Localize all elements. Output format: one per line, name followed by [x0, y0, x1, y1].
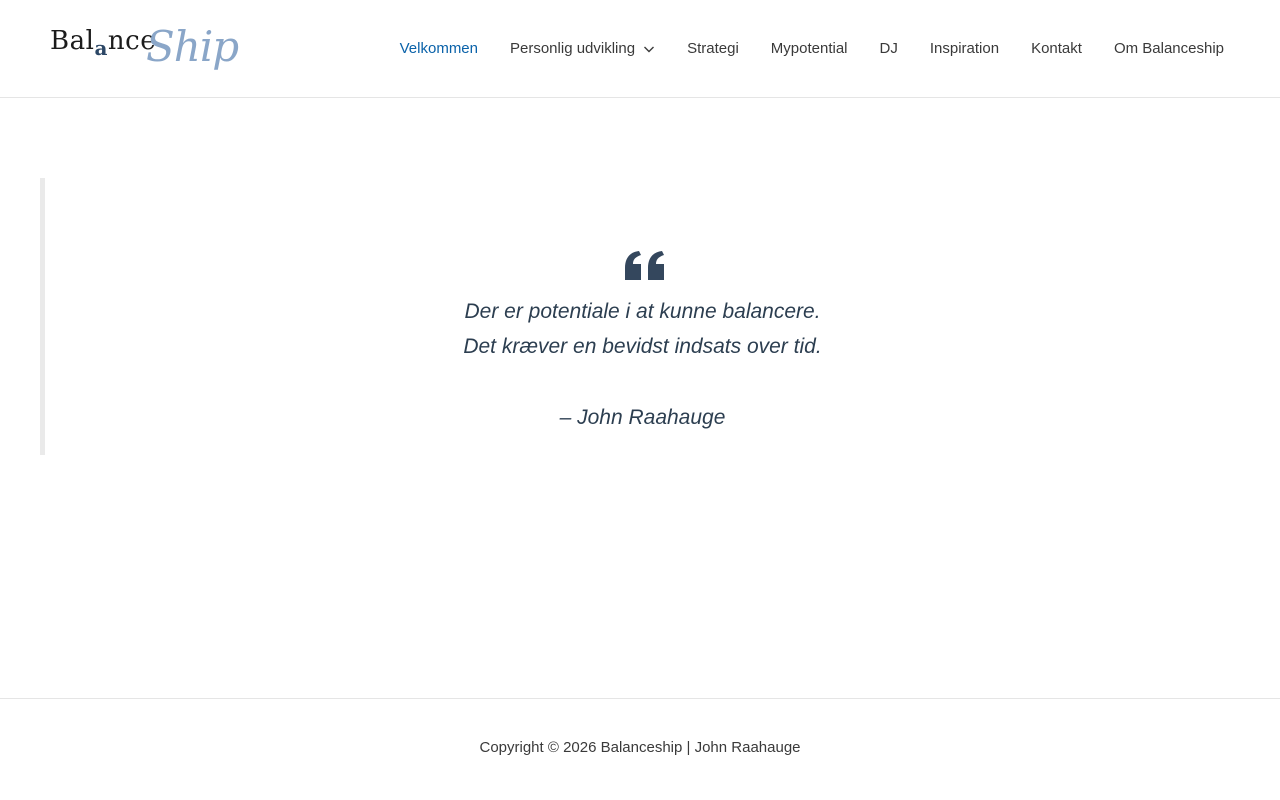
- nav-item-dj[interactable]: DJ: [864, 0, 914, 97]
- nav-label: Strategi: [687, 40, 739, 57]
- nav-label: Personlig udvikling: [510, 40, 636, 57]
- copyright-text: Copyright © 2026 Balanceship | John Raah…: [479, 739, 801, 756]
- site-logo[interactable]: Balance Ship: [50, 22, 239, 80]
- nav-item-kontakt[interactable]: Kontakt: [1015, 0, 1098, 97]
- nav-label: Inspiration: [929, 40, 1000, 57]
- page: Balance Ship Velkommen Personlig udvikli…: [0, 0, 1280, 800]
- logo-script: Ship: [146, 22, 239, 71]
- main-navigation: Velkommen Personlig udvikling Strategi M…: [384, 0, 1240, 97]
- logo-wordmark: Balance: [50, 26, 157, 60]
- nav-item-velkommen[interactable]: Velkommen: [384, 0, 494, 97]
- nav-label: Kontakt: [1031, 40, 1082, 57]
- nav-item-inspiration[interactable]: Inspiration: [914, 0, 1015, 97]
- nav-label: Velkommen: [399, 40, 478, 57]
- quote-line: Det kræver en bevidst indsats over tid.: [463, 335, 822, 358]
- chevron-down-icon[interactable]: [643, 43, 655, 55]
- nav-label: Mypotential: [770, 40, 848, 57]
- nav-item-strategi[interactable]: Strategi: [671, 0, 755, 97]
- nav-label: Om Balanceship: [1113, 40, 1224, 57]
- site-header: Balance Ship Velkommen Personlig udvikli…: [0, 0, 1280, 98]
- quote-author: – John Raahauge: [559, 406, 726, 429]
- nav-item-mypotential[interactable]: Mypotential: [755, 0, 864, 97]
- quote-block: Der er potentiale i at kunne balancere. …: [40, 178, 1240, 455]
- nav-item-personlig-udvikling[interactable]: Personlig udvikling: [494, 0, 671, 97]
- quote-text: Der er potentiale i at kunne balancere. …: [45, 294, 1240, 364]
- quote-line: Der er potentiale i at kunne balancere.: [464, 300, 821, 323]
- quote-icon: [625, 251, 664, 280]
- nav-label: DJ: [879, 40, 898, 57]
- site-footer: Copyright © 2026 Balanceship | John Raah…: [0, 698, 1280, 800]
- nav-item-om-balanceship[interactable]: Om Balanceship: [1098, 0, 1240, 97]
